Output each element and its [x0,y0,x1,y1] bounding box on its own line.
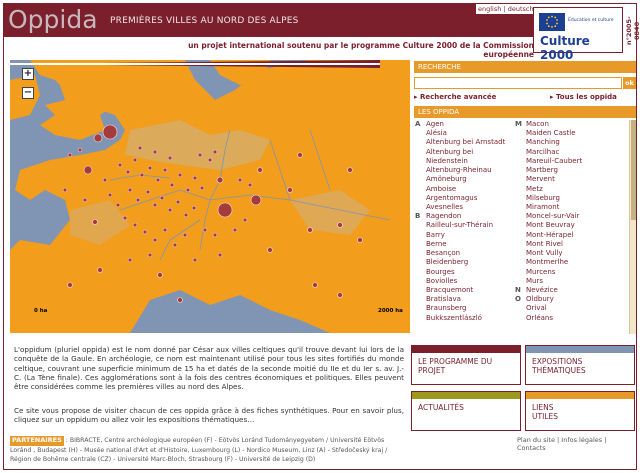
header-bar: Oppida PREMIÈRES VILLES AU NORD DES ALPE… [4,4,534,37]
site-tagline: PREMIÈRES VILLES AU NORD DES ALPES [110,16,299,26]
intro-paragraph-2: Ce site vous propose de visiter chacun d… [14,406,404,425]
list-item[interactable]: Besançon [415,249,515,258]
scale-start-label: 0 ha [34,308,48,314]
list-item[interactable]: O Oldbury [515,295,615,304]
list-item[interactable]: Murs [515,277,615,286]
list-item[interactable]: Bleidenberg [415,258,515,267]
lang-english-link[interactable]: english [478,5,501,13]
list-item[interactable]: A Agen [415,120,515,129]
zoom-in-button[interactable]: + [22,68,34,80]
oppida-map[interactable]: + − 0 ha 2000 ha [10,60,410,333]
tile-actualites[interactable]: ACTUALITÉS [411,391,521,431]
search-input[interactable] [414,77,622,89]
list-item[interactable]: Marcilhac [515,148,615,157]
list-item[interactable]: Moncel-sur-Vair [515,212,615,221]
oppida-column-a: A Agen Alésia Altenburg bei Arnstadt Alte… [415,120,515,323]
list-item[interactable]: Boviolles [415,277,515,286]
all-oppida-link[interactable]: ▸ Tous les oppida [550,93,617,101]
list-item[interactable]: Mont Vully [515,249,615,258]
advanced-search-link[interactable]: ▸ Recherche avancée [414,93,496,101]
list-item[interactable]: B Ragendon [415,212,515,221]
site-logo[interactable]: Oppida [8,5,98,34]
list-item[interactable]: Murcens [515,268,615,277]
partners-block: PARTENAIRES : BIBRACTE, Centre archéolog… [10,436,402,465]
page-frame: Oppida PREMIÈRES VILLES AU NORD DES ALPE… [3,3,640,470]
footer-links: Plan du site | Infos légales | Contacts [517,436,607,452]
tile-label: ACTUALITÉS [418,403,464,412]
list-item[interactable]: Orival [515,304,615,313]
language-switcher: english | deutsch [476,4,536,14]
list-item[interactable]: Railleul-sur-Thérain [415,221,515,230]
list-item[interactable]: Bukkszentlászló [415,314,515,323]
list-item[interactable]: Altenburg bei Arnstadt [415,138,515,147]
site-map-link[interactable]: Plan du site [517,436,555,444]
list-item[interactable]: Bourges [415,268,515,277]
list-item[interactable]: Altenburg bei Niedenstein [415,148,515,166]
tile-label: LIENS UTILES [532,403,558,421]
list-item[interactable]: Manching [515,138,615,147]
tile-liens[interactable]: LIENS UTILES [525,391,635,431]
lang-deutsch-link[interactable]: deutsch [508,5,534,13]
list-item[interactable]: Maiden Castle [515,129,615,138]
eu-flag-icon [539,13,565,31]
tile-programme[interactable]: LE PROGRAMME DU PROJET [411,345,521,385]
list-item[interactable]: Bracquemont [415,286,515,295]
list-item[interactable]: Mervent [515,175,615,184]
list-item[interactable]: Milseburg [515,194,615,203]
scrollbar-thumb[interactable] [631,120,636,220]
tile-cap [412,392,520,399]
list-item[interactable]: Metz [515,185,615,194]
list-item[interactable]: Amboise [415,185,515,194]
oppida-list-header: LES OPPIDA [414,106,636,118]
list-item[interactable]: Argentomagus [415,194,515,203]
contacts-link[interactable]: Contacts [517,444,546,452]
list-item[interactable]: Braunsberg [415,304,515,313]
list-item[interactable]: Orléans [515,314,615,323]
tile-cap [526,392,634,399]
list-item[interactable]: Alésia [415,129,515,138]
agreement-number: n°2005-0840 [625,16,640,45]
list-item[interactable]: Berne [415,240,515,249]
list-item[interactable]: Miramont [515,203,615,212]
list-item[interactable]: Mont Rivel [515,240,615,249]
list-item[interactable]: Bratislava [415,295,515,304]
project-subtitle: un projet international soutenu par le p… [188,41,534,59]
partners-label: PARTENAIRES [10,436,64,446]
culture-2000-logo[interactable]: Education et culture Culture 2000 [533,7,623,62]
search-ok-button[interactable]: ok [623,77,636,89]
list-item[interactable]: Mareuil-Caubert [515,157,615,166]
list-item[interactable]: N Nevézice [515,286,615,295]
list-item[interactable]: Martberg [515,166,615,175]
culture-2000-text: Culture 2000 [540,34,590,62]
scale-end-label: 2000 ha [378,308,403,314]
oppida-list: A Agen Alésia Altenburg bei Arnstadt Alte… [415,120,635,334]
zoom-out-button[interactable]: − [22,87,34,99]
europe-map-graphic [10,60,410,333]
tile-label: LE PROGRAMME DU PROJET [418,357,493,375]
tile-expositions[interactable]: EXPOSITIONS THÉMATIQUES [525,345,635,385]
oppida-list-scrollbar[interactable] [629,120,636,334]
tile-cap [412,346,520,353]
tile-cap [526,346,634,353]
list-item[interactable]: Montmerlhe [515,258,615,267]
partners-list: : BIBRACTE, Centre archéologique europée… [10,437,388,463]
oppida-column-b: M Macon Maiden Castle Manching Marcilhac … [515,120,615,323]
list-item[interactable]: Altenburg-Rheinau [415,166,515,175]
list-item[interactable]: Barry [415,231,515,240]
eu-small-text: Education et culture [568,18,614,23]
list-item[interactable]: Avesnelles [415,203,515,212]
intro-paragraph: L'oppidum (pluriel oppida) est le nom do… [14,345,404,392]
list-item[interactable]: Amöneburg [415,175,515,184]
tile-label: EXPOSITIONS THÉMATIQUES [532,357,586,375]
search-header: RECHERCHE [414,61,636,73]
list-item[interactable]: Mont Beuvray [515,221,615,230]
legal-info-link[interactable]: Infos légales [561,436,602,444]
list-item[interactable]: Mont-Hérapel [515,231,615,240]
scale-bar [10,60,380,68]
list-item[interactable]: M Macon [515,120,615,129]
